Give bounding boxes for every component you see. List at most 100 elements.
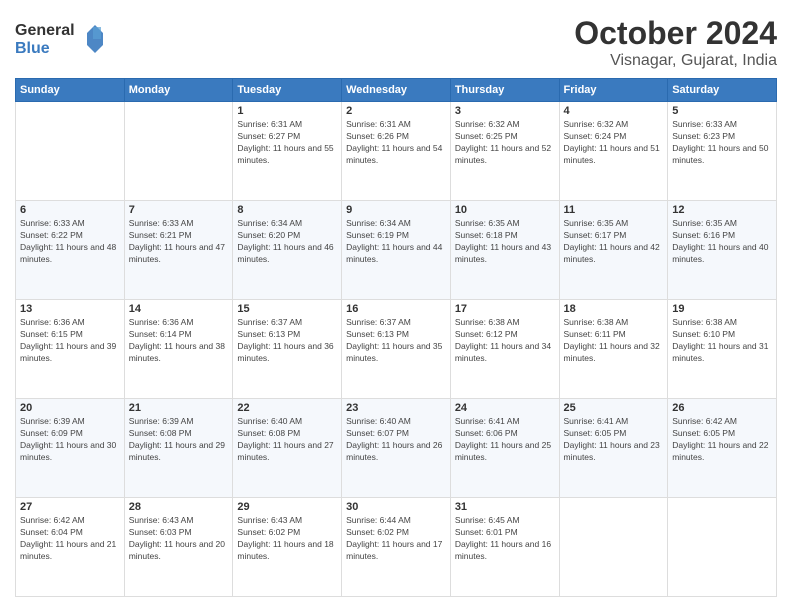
svg-text:Blue: Blue — [15, 40, 50, 57]
day-number: 11 — [564, 204, 664, 216]
cell-info: Sunrise: 6:35 AM Sunset: 6:16 PM Dayligh… — [672, 218, 772, 266]
cell-info: Sunrise: 6:37 AM Sunset: 6:13 PM Dayligh… — [237, 317, 337, 365]
calendar-cell: 30 Sunrise: 6:44 AM Sunset: 6:02 PM Dayli… — [342, 498, 451, 597]
cell-info: Sunrise: 6:33 AM Sunset: 6:21 PM Dayligh… — [129, 218, 229, 266]
day-number: 26 — [672, 402, 772, 414]
calendar-cell: 28 Sunrise: 6:43 AM Sunset: 6:03 PM Dayli… — [124, 498, 233, 597]
title-section: October 2024 Visnagar, Gujarat, India — [574, 15, 777, 70]
day-number: 8 — [237, 204, 337, 216]
cell-info: Sunrise: 6:33 AM Sunset: 6:23 PM Dayligh… — [672, 119, 772, 167]
calendar-cell: 20Sunrise: 6:39 AM Sunset: 6:09 PM Dayli… — [16, 399, 125, 498]
cell-info: Sunrise: 6:42 AM Sunset: 6:05 PM Dayligh… — [672, 416, 772, 464]
day-number: 4 — [564, 105, 664, 117]
cell-info: Sunrise: 6:36 AM Sunset: 6:15 PM Dayligh… — [20, 317, 120, 365]
cell-info: Sunrise: 6:31 AM Sunset: 6:26 PM Dayligh… — [346, 119, 446, 167]
day-number: 21 — [129, 402, 229, 414]
cell-info: Sunrise: 6:36 AM Sunset: 6:14 PM Dayligh… — [129, 317, 229, 365]
calendar-cell: 6Sunrise: 6:33 AM Sunset: 6:22 PM Daylig… — [16, 201, 125, 300]
calendar-cell — [124, 102, 233, 201]
weekday-header-tuesday: Tuesday — [233, 79, 342, 102]
calendar-cell: 15 Sunrise: 6:37 AM Sunset: 6:13 PM Dayli… — [233, 300, 342, 399]
day-number: 29 — [237, 501, 337, 513]
day-number: 30 — [346, 501, 446, 513]
day-number: 18 — [564, 303, 664, 315]
day-number: 24 — [455, 402, 555, 414]
cell-info: Sunrise: 6:32 AM Sunset: 6:25 PM Dayligh… — [455, 119, 555, 167]
day-number: 10 — [455, 204, 555, 216]
calendar-cell — [559, 498, 668, 597]
weekday-header-row: SundayMondayTuesdayWednesdayThursdayFrid… — [16, 79, 777, 102]
cell-info: Sunrise: 6:34 AM Sunset: 6:20 PM Dayligh… — [237, 218, 337, 266]
calendar: SundayMondayTuesdayWednesdayThursdayFrid… — [15, 78, 777, 597]
day-number: 7 — [129, 204, 229, 216]
cell-info: Sunrise: 6:32 AM Sunset: 6:24 PM Dayligh… — [564, 119, 664, 167]
calendar-cell: 2 Sunrise: 6:31 AM Sunset: 6:26 PM Daylig… — [342, 102, 451, 201]
svg-text:General: General — [15, 22, 75, 39]
calendar-cell: 29 Sunrise: 6:43 AM Sunset: 6:02 PM Dayli… — [233, 498, 342, 597]
day-number: 12 — [672, 204, 772, 216]
cell-info: Sunrise: 6:41 AM Sunset: 6:05 PM Dayligh… — [564, 416, 664, 464]
calendar-cell: 26 Sunrise: 6:42 AM Sunset: 6:05 PM Dayli… — [668, 399, 777, 498]
calendar-cell — [16, 102, 125, 201]
day-number: 2 — [346, 105, 446, 117]
weekday-header-saturday: Saturday — [668, 79, 777, 102]
calendar-cell: 23Sunrise: 6:40 AM Sunset: 6:07 PM Dayli… — [342, 399, 451, 498]
logo-text: General Blue — [15, 15, 105, 65]
cell-info: Sunrise: 6:33 AM Sunset: 6:22 PM Dayligh… — [20, 218, 120, 266]
day-number: 31 — [455, 501, 555, 513]
day-number: 27 — [20, 501, 120, 513]
cell-info: Sunrise: 6:35 AM Sunset: 6:17 PM Dayligh… — [564, 218, 664, 266]
calendar-cell: 12 Sunrise: 6:35 AM Sunset: 6:16 PM Dayli… — [668, 201, 777, 300]
logo: General Blue — [15, 15, 105, 65]
day-number: 14 — [129, 303, 229, 315]
cell-info: Sunrise: 6:42 AM Sunset: 6:04 PM Dayligh… — [20, 515, 120, 563]
calendar-week-1: 1 Sunrise: 6:31 AM Sunset: 6:27 PM Daylig… — [16, 102, 777, 201]
calendar-week-3: 13Sunrise: 6:36 AM Sunset: 6:15 PM Dayli… — [16, 300, 777, 399]
day-number: 25 — [564, 402, 664, 414]
cell-info: Sunrise: 6:31 AM Sunset: 6:27 PM Dayligh… — [237, 119, 337, 167]
header: General Blue October 2024 Visnagar, Guja… — [15, 15, 777, 70]
cell-info: Sunrise: 6:35 AM Sunset: 6:18 PM Dayligh… — [455, 218, 555, 266]
day-number: 16 — [346, 303, 446, 315]
cell-info: Sunrise: 6:43 AM Sunset: 6:03 PM Dayligh… — [129, 515, 229, 563]
cell-info: Sunrise: 6:38 AM Sunset: 6:10 PM Dayligh… — [672, 317, 772, 365]
day-number: 20 — [20, 402, 120, 414]
day-number: 1 — [237, 105, 337, 117]
cell-info: Sunrise: 6:44 AM Sunset: 6:02 PM Dayligh… — [346, 515, 446, 563]
calendar-cell: 21 Sunrise: 6:39 AM Sunset: 6:08 PM Dayli… — [124, 399, 233, 498]
calendar-cell: 3 Sunrise: 6:32 AM Sunset: 6:25 PM Daylig… — [450, 102, 559, 201]
day-number: 22 — [237, 402, 337, 414]
weekday-header-wednesday: Wednesday — [342, 79, 451, 102]
calendar-cell: 22 Sunrise: 6:40 AM Sunset: 6:08 PM Dayli… — [233, 399, 342, 498]
day-number: 15 — [237, 303, 337, 315]
calendar-cell: 7 Sunrise: 6:33 AM Sunset: 6:21 PM Daylig… — [124, 201, 233, 300]
cell-info: Sunrise: 6:45 AM Sunset: 6:01 PM Dayligh… — [455, 515, 555, 563]
location-title: Visnagar, Gujarat, India — [574, 52, 777, 70]
calendar-cell: 19Sunrise: 6:38 AM Sunset: 6:10 PM Dayli… — [668, 300, 777, 399]
calendar-cell: 27 Sunrise: 6:42 AM Sunset: 6:04 PM Dayli… — [16, 498, 125, 597]
calendar-week-2: 6Sunrise: 6:33 AM Sunset: 6:22 PM Daylig… — [16, 201, 777, 300]
calendar-cell: 18 Sunrise: 6:38 AM Sunset: 6:11 PM Dayli… — [559, 300, 668, 399]
cell-info: Sunrise: 6:39 AM Sunset: 6:08 PM Dayligh… — [129, 416, 229, 464]
cell-info: Sunrise: 6:34 AM Sunset: 6:19 PM Dayligh… — [346, 218, 446, 266]
cell-info: Sunrise: 6:43 AM Sunset: 6:02 PM Dayligh… — [237, 515, 337, 563]
cell-info: Sunrise: 6:40 AM Sunset: 6:08 PM Dayligh… — [237, 416, 337, 464]
cell-info: Sunrise: 6:38 AM Sunset: 6:11 PM Dayligh… — [564, 317, 664, 365]
calendar-cell: 9Sunrise: 6:34 AM Sunset: 6:19 PM Daylig… — [342, 201, 451, 300]
day-number: 5 — [672, 105, 772, 117]
calendar-cell: 13Sunrise: 6:36 AM Sunset: 6:15 PM Dayli… — [16, 300, 125, 399]
day-number: 3 — [455, 105, 555, 117]
weekday-header-sunday: Sunday — [16, 79, 125, 102]
cell-info: Sunrise: 6:38 AM Sunset: 6:12 PM Dayligh… — [455, 317, 555, 365]
calendar-cell — [668, 498, 777, 597]
calendar-cell: 16Sunrise: 6:37 AM Sunset: 6:13 PM Dayli… — [342, 300, 451, 399]
day-number: 23 — [346, 402, 446, 414]
calendar-cell: 24Sunrise: 6:41 AM Sunset: 6:06 PM Dayli… — [450, 399, 559, 498]
weekday-header-monday: Monday — [124, 79, 233, 102]
weekday-header-friday: Friday — [559, 79, 668, 102]
day-number: 28 — [129, 501, 229, 513]
calendar-cell: 10 Sunrise: 6:35 AM Sunset: 6:18 PM Dayli… — [450, 201, 559, 300]
day-number: 17 — [455, 303, 555, 315]
calendar-cell: 8 Sunrise: 6:34 AM Sunset: 6:20 PM Daylig… — [233, 201, 342, 300]
calendar-week-5: 27 Sunrise: 6:42 AM Sunset: 6:04 PM Dayli… — [16, 498, 777, 597]
